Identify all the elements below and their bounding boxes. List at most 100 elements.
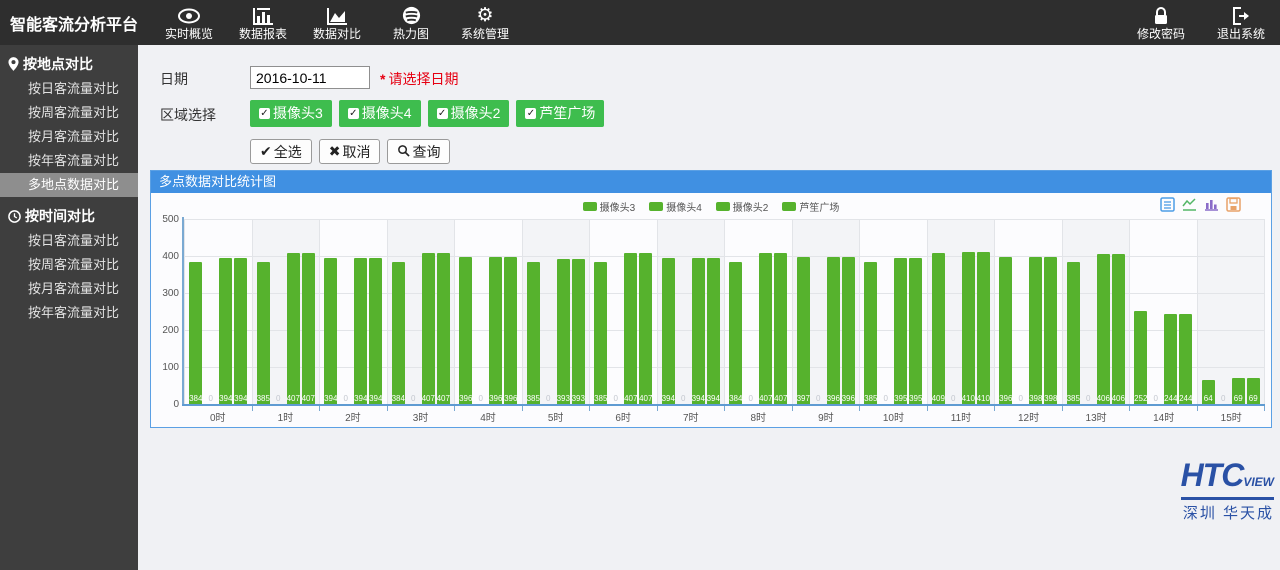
area-toggle-button[interactable]: ✓摄像头2 [428,100,510,127]
main-content: 日期 *请选择日期 区域选择 ✓摄像头3✓摄像头4✓摄像头2✓芦笙广场 ✔全选 … [138,45,1280,570]
bar-芦笙广场[interactable]: 394 [369,258,382,404]
bar-摄像头2[interactable]: 393 [557,259,570,404]
bar-摄像头3[interactable]: 397 [797,257,810,404]
bar-芦笙广场[interactable]: 410 [977,252,990,404]
sidebar-section-title-2: 按时间对比 [0,203,138,229]
sidebar-item[interactable]: 按日客流量对比 [0,77,138,101]
bar-芦笙广场[interactable]: 407 [437,253,450,404]
bar-摄像头3[interactable]: 409 [932,253,945,404]
query-button[interactable]: 查询 [387,139,450,164]
sidebar-item[interactable]: 按年客流量对比 [0,149,138,173]
nav-item-4[interactable]: 热力图 [382,0,440,45]
bar-摄像头3[interactable]: 384 [189,262,202,404]
change-password-button[interactable]: 修改密码 [1132,0,1190,45]
date-input[interactable] [250,66,370,89]
bar-摄像头3[interactable]: 385 [864,262,877,404]
bar-摄像头2[interactable]: 244 [1164,314,1177,404]
bar-摄像头3[interactable]: 385 [1067,262,1080,404]
sidebar-item[interactable]: 按日客流量对比 [0,229,138,253]
bar-芦笙广场[interactable]: 394 [707,258,720,404]
legend-item[interactable]: 芦笙广场 [782,199,839,214]
bar-摄像头3[interactable]: 394 [324,258,337,404]
nav-item-1[interactable]: 实时概览 [160,0,218,45]
x-tick-label: 15时 [1197,409,1265,424]
bar-value-label: 393 [557,394,570,403]
bar-摄像头3[interactable]: 394 [662,258,675,404]
bar-摄像头2[interactable]: 396 [827,257,840,404]
bar-value-label: 407 [302,394,315,403]
bar-摄像头2[interactable]: 406 [1097,254,1110,404]
compare-chart-icon [326,5,348,27]
bar-slot: 394 [707,219,720,404]
bar-slot: 384 [189,219,202,404]
nav-item-2[interactable]: 数据报表 [234,0,292,45]
bar-摄像头3[interactable]: 252 [1134,311,1147,404]
bar-摄像头2[interactable]: 394 [692,258,705,404]
bar-slot: 0 [677,219,690,404]
bar-摄像头3[interactable]: 385 [257,262,270,404]
bar-摄像头3[interactable]: 64 [1202,380,1215,404]
bar-摄像头3[interactable]: 384 [392,262,405,404]
nav-item-5[interactable]: ⚙系统管理 [456,0,514,45]
bar-芦笙广场[interactable]: 398 [1044,257,1057,404]
select-all-button[interactable]: ✔全选 [250,139,312,164]
bar-芦笙广场[interactable]: 407 [639,253,652,404]
logout-button[interactable]: 退出系统 [1212,0,1270,45]
bar-摄像头2[interactable]: 407 [759,253,772,404]
bar-芦笙广场[interactable]: 396 [504,257,517,404]
bar-value-label: 396 [842,394,855,403]
bar-摄像头2[interactable]: 398 [1029,257,1042,404]
bar-摄像头3[interactable]: 385 [527,262,540,404]
bar-slot: 64 [1202,219,1215,404]
bar-摄像头2[interactable]: 407 [287,253,300,404]
sidebar-item[interactable]: 按月客流量对比 [0,125,138,149]
sidebar-item[interactable]: 按周客流量对比 [0,253,138,277]
bar-value-label: 394 [369,394,382,403]
cancel-button[interactable]: ✖取消 [319,139,381,164]
legend-item[interactable]: 摄像头3 [583,199,636,214]
bar-摄像头3[interactable]: 384 [729,262,742,404]
bar-摄像头2[interactable]: 410 [962,252,975,404]
bar-value-label: 410 [962,394,975,403]
bar-value-label: 407 [639,394,652,403]
bar-芦笙广场[interactable]: 393 [572,259,585,404]
bar-chart-icon[interactable] [1204,197,1219,217]
bar-摄像头2[interactable]: 396 [489,257,502,404]
nav-item-3[interactable]: 数据对比 [308,0,366,45]
sidebar-item[interactable]: 按周客流量对比 [0,101,138,125]
eye-icon [177,5,201,27]
bar-摄像头3[interactable]: 396 [999,257,1012,404]
bar-value-label: 407 [422,394,435,403]
area-toggle-button[interactable]: ✓摄像头3 [250,100,332,127]
bar-group-12时: 3960398398 [995,219,1063,404]
bar-摄像头2[interactable]: 395 [894,258,907,404]
x-tick-label: 3时 [387,409,455,424]
bar-摄像头2[interactable]: 69 [1232,378,1245,404]
sidebar-item[interactable]: 按年客流量对比 [0,301,138,325]
bar-芦笙广场[interactable]: 69 [1247,378,1260,404]
bar-芦笙广场[interactable]: 394 [234,258,247,404]
legend-item[interactable]: 摄像头2 [716,199,769,214]
bar-slot: 0 [744,219,757,404]
data-view-icon[interactable] [1160,197,1175,217]
line-chart-icon[interactable] [1182,197,1197,217]
bar-摄像头3[interactable]: 396 [459,257,472,404]
bar-摄像头2[interactable]: 394 [354,258,367,404]
area-toggle-button[interactable]: ✓摄像头4 [339,100,421,127]
bar-芦笙广场[interactable]: 395 [909,258,922,404]
y-tick-label: 200 [153,325,179,336]
bar-摄像头2[interactable]: 407 [624,253,637,404]
bar-摄像头3[interactable]: 385 [594,262,607,404]
area-toggle-button[interactable]: ✓芦笙广场 [516,100,604,127]
bar-芦笙广场[interactable]: 396 [842,257,855,404]
save-image-icon[interactable] [1226,197,1241,217]
bar-芦笙广场[interactable]: 407 [302,253,315,404]
legend-item[interactable]: 摄像头4 [649,199,702,214]
bar-摄像头2[interactable]: 394 [219,258,232,404]
bar-芦笙广场[interactable]: 406 [1112,254,1125,404]
bar-芦笙广场[interactable]: 407 [774,253,787,404]
sidebar-item[interactable]: 按月客流量对比 [0,277,138,301]
sidebar-item[interactable]: 多地点数据对比 [0,173,138,197]
bar-芦笙广场[interactable]: 244 [1179,314,1192,404]
bar-摄像头2[interactable]: 407 [422,253,435,404]
